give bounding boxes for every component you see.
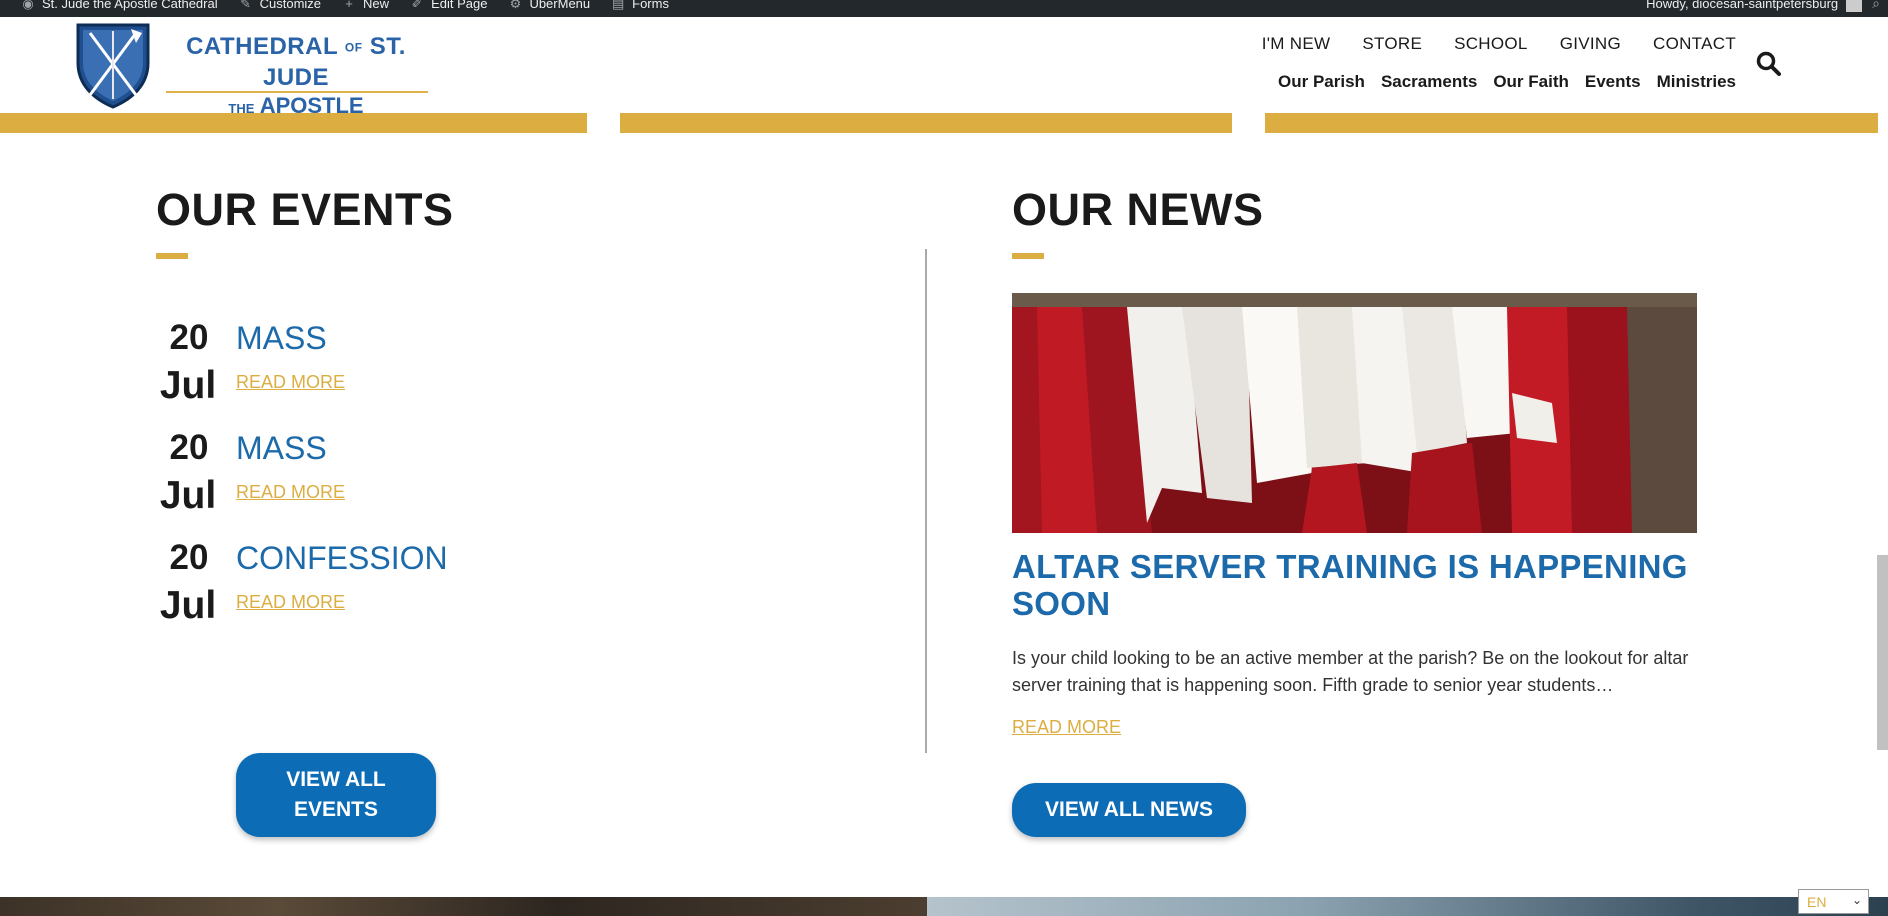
language-select[interactable]: EN ⌄ <box>1798 889 1869 914</box>
event-item: 20 Jul MASS READ MORE <box>156 428 656 528</box>
admin-bar-ubermenu[interactable]: ⚙ UberMenu <box>507 0 591 11</box>
event-read-more-link[interactable]: READ MORE <box>236 592 345 613</box>
nav-contact[interactable]: CONTACT <box>1653 34 1736 54</box>
events-heading: OUR EVENTS <box>156 184 454 235</box>
nav-ministries[interactable]: Ministries <box>1657 72 1736 92</box>
nav-our-faith[interactable]: Our Faith <box>1493 72 1569 92</box>
language-selected-value: EN <box>1807 893 1827 910</box>
admin-bar-forms-label: Forms <box>632 0 669 11</box>
forms-icon: ▤ <box>611 0 625 11</box>
view-all-news-button[interactable]: VIEW ALL NEWS <box>1012 783 1246 837</box>
news-heading: OUR NEWS <box>1012 184 1264 235</box>
chevron-down-icon: ⌄ <box>1851 893 1862 907</box>
column-divider <box>925 249 927 753</box>
event-day: 20 <box>169 428 209 467</box>
gold-bar-middle <box>620 113 1232 133</box>
event-month: Jul <box>159 584 217 627</box>
event-month: Jul <box>159 474 217 517</box>
admin-bar-new-label: New <box>363 0 390 11</box>
event-day: 20 <box>169 318 209 357</box>
nav-our-parish[interactable]: Our Parish <box>1278 72 1365 92</box>
view-all-events-button[interactable]: VIEW ALL EVENTS <box>236 753 436 837</box>
event-day: 20 <box>169 538 209 577</box>
logo-underline <box>166 91 428 93</box>
site-logo-text[interactable]: CATHEDRAL OF ST. JUDE THE APOSTLE <box>162 32 430 122</box>
event-title-link[interactable]: MASS <box>236 430 327 467</box>
wordpress-icon: ◉ <box>22 0 34 11</box>
plus-icon: + <box>345 0 353 11</box>
admin-bar-customize[interactable]: ✎ Customize <box>238 0 321 11</box>
events-heading-accent <box>156 253 188 259</box>
view-all-events-line1: VIEW ALL <box>286 768 386 791</box>
nav-im-new[interactable]: I'M NEW <box>1262 34 1331 54</box>
event-read-more-link[interactable]: READ MORE <box>236 372 345 393</box>
avatar[interactable] <box>1846 0 1863 12</box>
news-headline-link[interactable]: ALTAR SERVER TRAINING IS HAPPENING SOON <box>1012 548 1702 622</box>
news-heading-accent <box>1012 253 1044 259</box>
admin-bar: ◉ St. Jude the Apostle Cathedral ✎ Customi… <box>0 0 1888 17</box>
news-read-more-link[interactable]: READ MORE <box>1012 717 1121 738</box>
footer-image-right <box>927 897 1888 916</box>
logo-of: OF <box>344 40 363 55</box>
site-header: CATHEDRAL OF ST. JUDE THE APOSTLE I'M NE… <box>0 17 1888 118</box>
gold-bar-left <box>0 113 587 133</box>
event-item: 20 Jul CONFESSION READ MORE <box>156 538 656 638</box>
admin-bar-ubermenu-label: UberMenu <box>529 0 591 11</box>
admin-bar-howdy[interactable]: Howdy, diocesan-saintpetersburg <box>1646 0 1838 11</box>
nav-giving[interactable]: GIVING <box>1560 34 1621 54</box>
event-title-link[interactable]: CONFESSION <box>236 540 448 577</box>
admin-bar-site-label: St. Jude the Apostle Cathedral <box>42 0 218 11</box>
admin-bar-items: ◉ St. Jude the Apostle Cathedral ✎ Customi… <box>0 0 669 12</box>
admin-bar-site[interactable]: ◉ St. Jude the Apostle Cathedral <box>20 0 218 11</box>
top-nav: I'M NEW STORE SCHOOL GIVING CONTACT <box>1262 34 1736 54</box>
admin-bar-account[interactable]: Howdy, diocesan-saintpetersburg ⌕ <box>1646 0 1888 12</box>
event-read-more-link[interactable]: READ MORE <box>236 482 345 503</box>
logo-cathedral: CATHEDRAL <box>186 33 338 60</box>
cathedral-shield-logo-icon[interactable] <box>76 23 150 109</box>
scrollbar-thumb[interactable] <box>1877 555 1888 750</box>
brush-icon: ✎ <box>240 0 252 11</box>
admin-bar-customize-label: Customize <box>259 0 322 11</box>
admin-bar-edit-page-label: Edit Page <box>431 0 488 11</box>
nav-school[interactable]: SCHOOL <box>1454 34 1528 54</box>
event-month: Jul <box>159 364 217 407</box>
admin-bar-forms[interactable]: ▤ Forms <box>610 0 669 11</box>
nav-events[interactable]: Events <box>1585 72 1641 92</box>
pencil-icon: ✐ <box>411 0 423 11</box>
gears-icon: ⚙ <box>509 0 522 11</box>
admin-bar-new[interactable]: + New <box>341 0 389 11</box>
view-all-events-line2: EVENTS <box>293 798 378 821</box>
news-excerpt: Is your child looking to be an active me… <box>1012 648 1689 695</box>
nav-sacraments[interactable]: Sacraments <box>1381 72 1477 92</box>
main-nav: Our Parish Sacraments Our Faith Events M… <box>1278 72 1736 92</box>
event-title-link[interactable]: MASS <box>236 320 327 357</box>
search-icon[interactable] <box>1756 51 1782 77</box>
news-image-altar-robes[interactable] <box>1012 293 1697 533</box>
gold-bar-right <box>1265 113 1878 133</box>
admin-bar-edit-page[interactable]: ✐ Edit Page <box>409 0 488 11</box>
footer-image-left <box>0 897 927 916</box>
nav-store[interactable]: STORE <box>1362 34 1422 54</box>
event-item: 20 Jul MASS READ MORE <box>156 318 656 418</box>
admin-search-icon[interactable]: ⌕ <box>1872 0 1880 12</box>
